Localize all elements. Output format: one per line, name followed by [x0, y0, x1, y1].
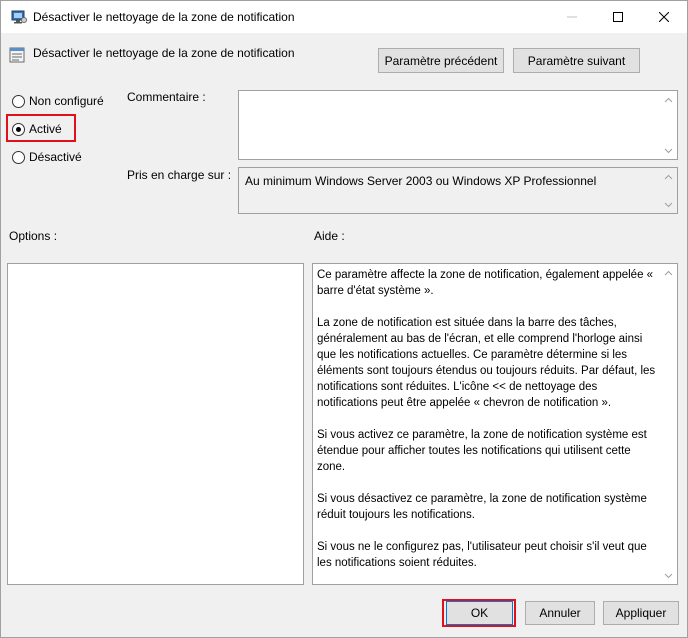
close-button[interactable]	[641, 1, 687, 33]
radio-label: Non configuré	[29, 94, 104, 108]
help-scrollbar[interactable]	[660, 264, 677, 584]
radio-disabled[interactable]: Désactivé	[12, 150, 82, 164]
supported-on-label: Pris en charge sur :	[127, 168, 232, 182]
radio-not-configured[interactable]: Non configuré	[12, 94, 104, 108]
previous-setting-button[interactable]: Paramètre précédent	[378, 48, 504, 73]
options-panel	[7, 263, 304, 585]
scroll-up-icon[interactable]	[660, 264, 677, 281]
window-title: Désactiver le nettoyage de la zone de no…	[33, 10, 295, 24]
enabled-highlight-box	[6, 114, 76, 142]
scroll-up-icon[interactable]	[660, 91, 677, 108]
help-paragraph: Ce paramètre affecte la zone de notifica…	[317, 269, 654, 297]
scroll-down-icon[interactable]	[660, 567, 677, 584]
policy-setting-icon	[9, 47, 25, 63]
comment-scrollbar[interactable]	[660, 91, 677, 159]
help-panel: Ce paramètre affecte la zone de notifica…	[312, 263, 678, 585]
apply-button[interactable]: Appliquer	[603, 601, 679, 625]
comment-label: Commentaire :	[127, 90, 206, 104]
help-text: Ce paramètre affecte la zone de notifica…	[317, 267, 660, 587]
title-bar[interactable]: Désactiver le nettoyage de la zone de no…	[1, 1, 687, 33]
help-label: Aide :	[314, 229, 345, 243]
help-paragraph: Si vous ne le configurez pas, l'utilisat…	[317, 541, 647, 569]
cancel-button[interactable]: Annuler	[525, 601, 595, 625]
help-paragraph: Si vous désactivez ce paramètre, la zone…	[317, 493, 647, 521]
scroll-down-icon[interactable]	[660, 142, 677, 159]
minimize-button[interactable]	[549, 1, 595, 33]
options-label: Options :	[9, 229, 58, 243]
radio-circle-icon[interactable]	[12, 94, 25, 108]
supported-on-value: Au minimum Windows Server 2003 ou Window…	[245, 174, 597, 188]
group-policy-app-icon	[11, 9, 27, 25]
radio-circle-icon[interactable]	[12, 150, 25, 164]
maximize-button[interactable]	[595, 1, 641, 33]
policy-title: Désactiver le nettoyage de la zone de no…	[33, 46, 295, 60]
next-setting-button[interactable]: Paramètre suivant	[513, 48, 640, 73]
supported-on-field: Au minimum Windows Server 2003 ou Window…	[238, 167, 678, 214]
scroll-down-icon[interactable]	[660, 196, 677, 213]
policy-dialog: Désactiver le nettoyage de la zone de no…	[0, 0, 688, 638]
help-paragraph: La zone de notification est située dans …	[317, 317, 656, 409]
help-paragraph: Si vous activez ce paramètre, la zone de…	[317, 429, 647, 473]
scroll-up-icon[interactable]	[660, 168, 677, 185]
supported-scrollbar[interactable]	[660, 168, 677, 213]
comment-textarea[interactable]	[238, 90, 678, 160]
radio-label: Désactivé	[29, 150, 82, 164]
ok-button[interactable]: OK	[446, 601, 513, 625]
